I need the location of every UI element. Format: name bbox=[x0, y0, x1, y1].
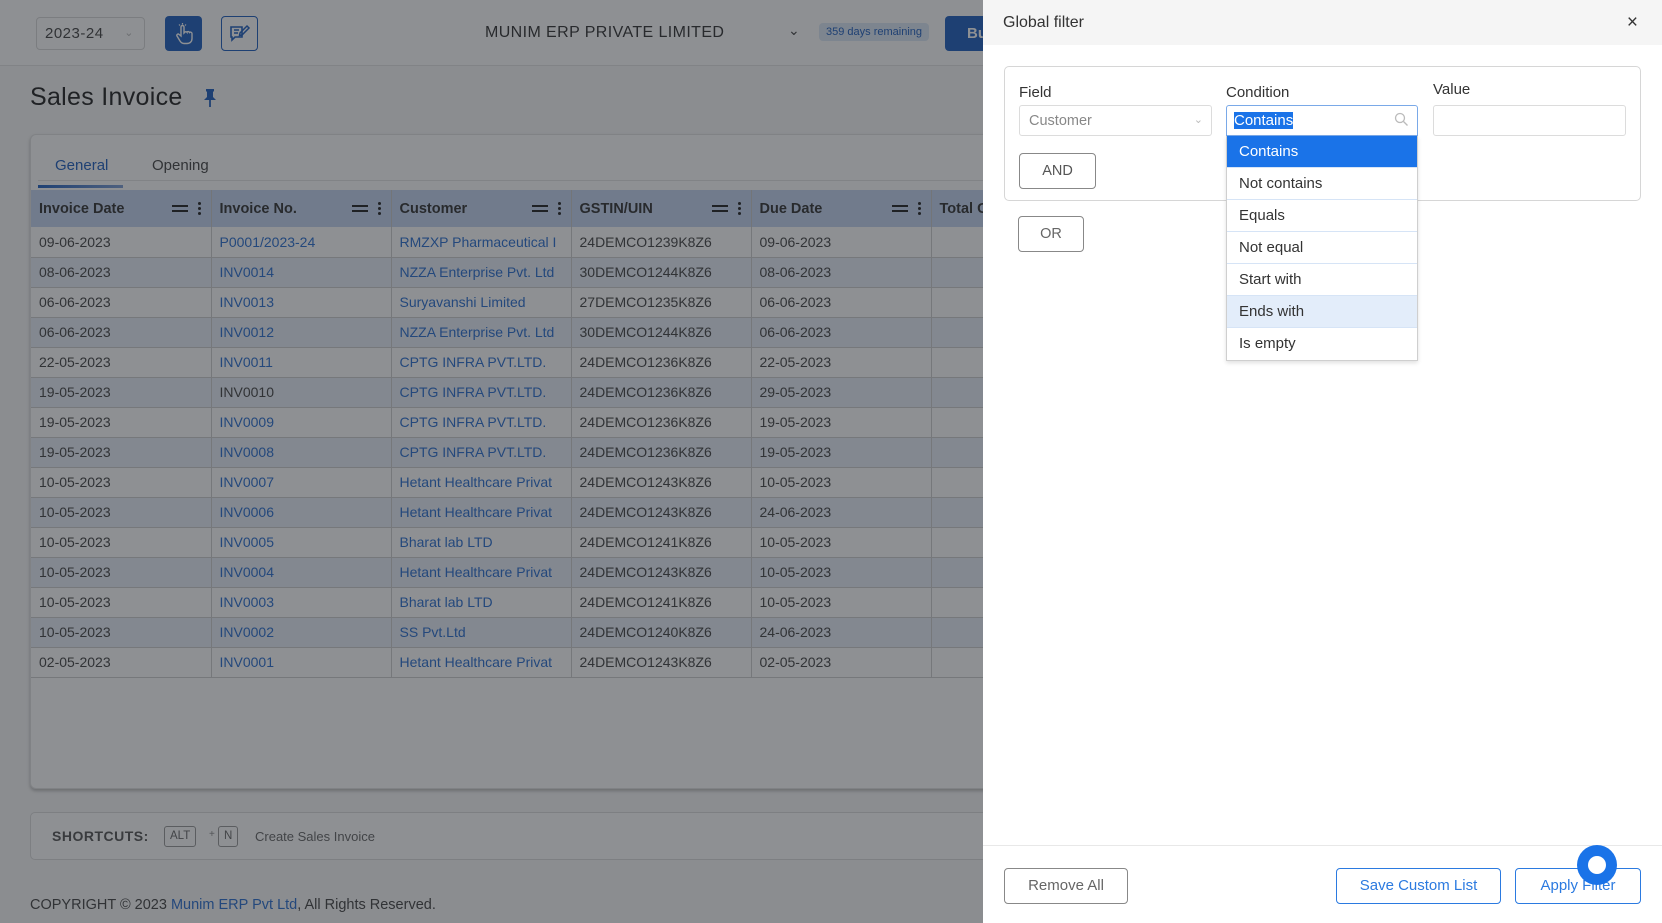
search-icon bbox=[1394, 112, 1408, 126]
condition-input-value: Contains bbox=[1234, 112, 1294, 129]
condition-option[interactable]: Not equal bbox=[1227, 232, 1417, 264]
field-select-value: Customer bbox=[1029, 113, 1092, 129]
field-select[interactable]: Customer ⌄ bbox=[1019, 105, 1212, 136]
remove-all-button[interactable]: Remove All bbox=[1004, 868, 1128, 904]
chat-widget-button[interactable] bbox=[1577, 845, 1617, 885]
close-icon[interactable]: × bbox=[1627, 12, 1638, 34]
value-input[interactable] bbox=[1433, 105, 1626, 136]
modal-backdrop[interactable] bbox=[0, 0, 983, 923]
chevron-down-icon: ⌄ bbox=[1193, 114, 1203, 126]
condition-option[interactable]: Is empty bbox=[1227, 328, 1417, 360]
condition-dropdown-menu: Contains Not contains Equals Not equal Start… bbox=[1226, 136, 1418, 361]
field-label: Field bbox=[1019, 84, 1052, 101]
value-label: Value bbox=[1433, 81, 1471, 98]
chat-icon bbox=[1588, 856, 1606, 874]
drawer-title: Global filter bbox=[1003, 14, 1084, 31]
condition-option[interactable]: Not contains bbox=[1227, 168, 1417, 200]
condition-option[interactable]: Contains bbox=[1227, 136, 1417, 168]
save-custom-list-button[interactable]: Save Custom List bbox=[1336, 868, 1501, 904]
condition-option[interactable]: Ends with bbox=[1227, 296, 1417, 328]
drawer-header: Global filter × bbox=[983, 0, 1662, 45]
and-button[interactable]: AND bbox=[1019, 153, 1096, 189]
condition-option[interactable]: Start with bbox=[1227, 264, 1417, 296]
condition-search-input[interactable]: Contains bbox=[1226, 105, 1418, 136]
condition-label: Condition bbox=[1226, 84, 1290, 101]
condition-option[interactable]: Equals bbox=[1227, 200, 1417, 232]
or-button[interactable]: OR bbox=[1018, 216, 1084, 252]
drawer-footer: Remove All Save Custom List Apply Filter bbox=[983, 845, 1662, 923]
